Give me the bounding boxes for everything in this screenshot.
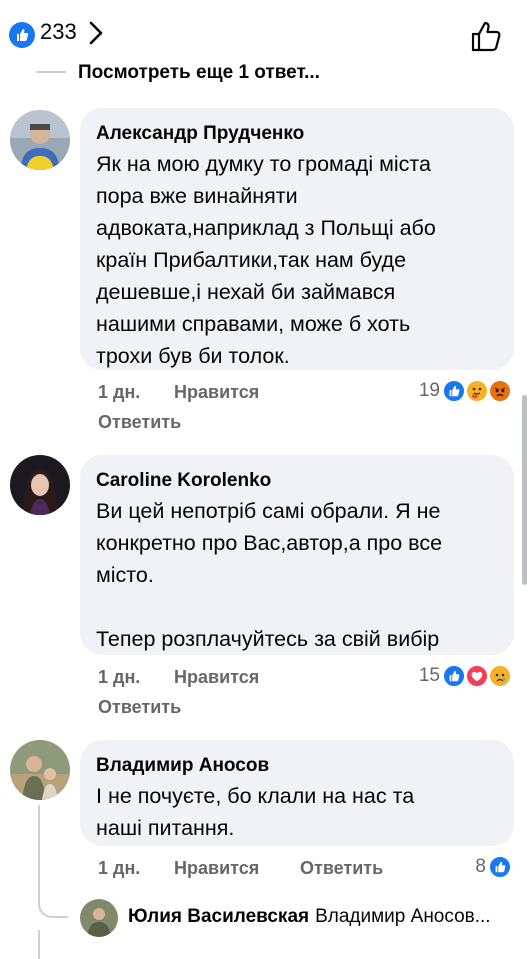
love-reaction-icon (465, 664, 489, 688)
comment-bubble: Владимир Аносов І не почуєте, бо клали н… (80, 740, 514, 846)
view-more-replies-link[interactable]: Посмотреть еще 1 ответ... (36, 62, 496, 86)
comment-author[interactable]: Caroline Korolenko (96, 467, 498, 495)
reply-comment-button[interactable]: Ответить (300, 858, 383, 879)
chevron-right-icon[interactable] (86, 19, 108, 47)
comment-actions: 1 дн. Нравится Ответить (98, 858, 438, 884)
thumbs-up-outline-icon[interactable] (467, 17, 505, 55)
comment-bubble: Александр Прудченко Як на мою думку то г… (80, 108, 514, 370)
angry-reaction-icon (488, 379, 512, 403)
comment-actions: 1 дн. Нравится Ответить (98, 382, 398, 436)
sad-reaction-icon (488, 664, 512, 688)
comment-text: І не почуєте, бо клали на нас та наші пи… (96, 784, 415, 840)
care-reaction-icon (465, 379, 489, 403)
comment-text: Як на мою думку то громаді міста пора вж… (96, 152, 436, 368)
comment-time[interactable]: 1 дн. (98, 858, 140, 879)
like-icon (9, 22, 35, 48)
avatar[interactable] (10, 455, 70, 515)
avatar[interactable] (10, 740, 70, 800)
reaction-count[interactable]: 8 (456, 856, 486, 878)
comment-author[interactable]: Александр Прудченко (96, 120, 498, 148)
reactions-summary-bar[interactable]: 233 (0, 0, 531, 62)
thread-connector (36, 71, 66, 73)
scrollbar[interactable] (522, 395, 527, 585)
avatar[interactable] (10, 110, 70, 170)
reaction-count[interactable]: 19 (410, 380, 440, 402)
reply-snippet: Владимир Аносов... (315, 906, 491, 927)
reply-comment-button[interactable]: Ответить (98, 412, 181, 433)
comment-time[interactable]: 1 дн. (98, 667, 140, 688)
comment-author[interactable]: Владимир Аносов (96, 752, 498, 780)
reaction-count[interactable]: 15 (410, 665, 440, 687)
like-comment-button[interactable]: Нравится (174, 667, 259, 688)
like-reaction-icon (442, 664, 466, 688)
thread-line (38, 930, 40, 959)
like-reaction-icon (442, 379, 466, 403)
avatar[interactable] (80, 899, 118, 937)
comment-actions: 1 дн. Нравится Ответить (98, 667, 398, 721)
like-comment-button[interactable]: Нравится (174, 382, 259, 403)
reply-comment-button[interactable]: Ответить (98, 697, 181, 718)
comment-bubble: Caroline Korolenko Ви цей непотріб самі … (80, 455, 514, 655)
like-reaction-icon (488, 855, 512, 879)
comment-time[interactable]: 1 дн. (98, 382, 140, 403)
reply-author[interactable]: Юлия Василевская (128, 906, 309, 927)
thread-curve (38, 888, 68, 918)
like-comment-button[interactable]: Нравится (174, 858, 259, 879)
reply-preview[interactable]: Юлия Василевская Владимир Аносов... (128, 906, 491, 928)
comment-text: Ви цей непотріб самі обрали. Я не конкре… (96, 499, 443, 651)
view-more-replies-text[interactable]: Посмотреть еще 1 ответ... (78, 62, 320, 84)
like-count[interactable]: 233 (40, 19, 77, 45)
